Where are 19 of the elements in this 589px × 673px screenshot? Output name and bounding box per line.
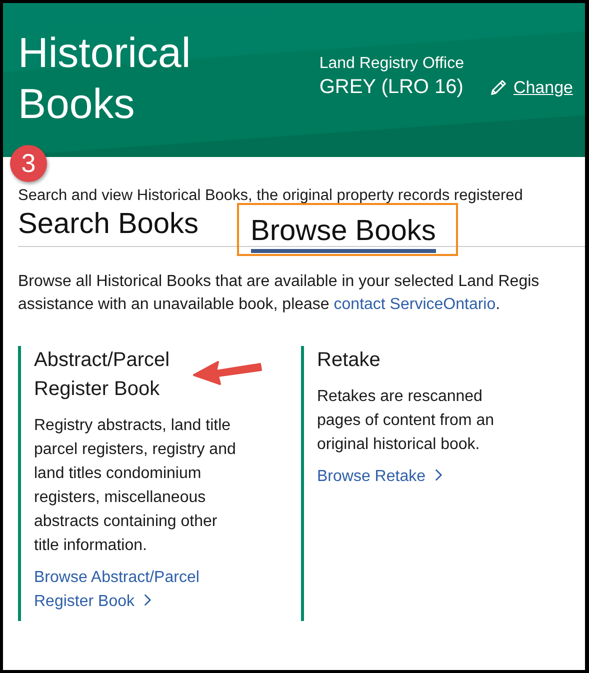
office-name: GREY (LRO 16)	[319, 76, 464, 99]
pencil-icon	[489, 78, 508, 97]
card-title: Retake	[317, 348, 382, 373]
description-text: Browse all Historical Books that are available in your selected Land Regis assistance with an unavailable book, please contact ServiceOntario.	[18, 272, 540, 315]
page-title: Historical Books	[18, 28, 192, 129]
tab[interactable]: Search Books	[18, 206, 199, 246]
change-link[interactable]: Change	[489, 78, 573, 98]
browse-link[interactable]: Browse Retake	[317, 465, 442, 489]
contact-link[interactable]: contact ServiceOntario	[334, 296, 496, 313]
card-description: Registry abstracts, land title parcel registers, registry and land titles condominium registers, miscellaneous abstracts containing other title information.	[34, 416, 237, 556]
chevron-right-icon	[434, 468, 442, 482]
intro-text: Search and view Historical Books, the original property records registered	[18, 187, 524, 205]
step-badge: 3	[10, 145, 47, 182]
card-title: Abstract/Parcel Register Book	[34, 348, 171, 402]
card-description: Retakes are rescanned pages of content from an original historical book.	[317, 387, 495, 455]
browse-link[interactable]: Browse Abstract/Parcel Register Book	[34, 566, 258, 614]
office-label: Land Registry Office	[319, 55, 465, 73]
tab[interactable]: Browse Books	[250, 213, 436, 253]
chevron-right-icon	[142, 593, 152, 607]
